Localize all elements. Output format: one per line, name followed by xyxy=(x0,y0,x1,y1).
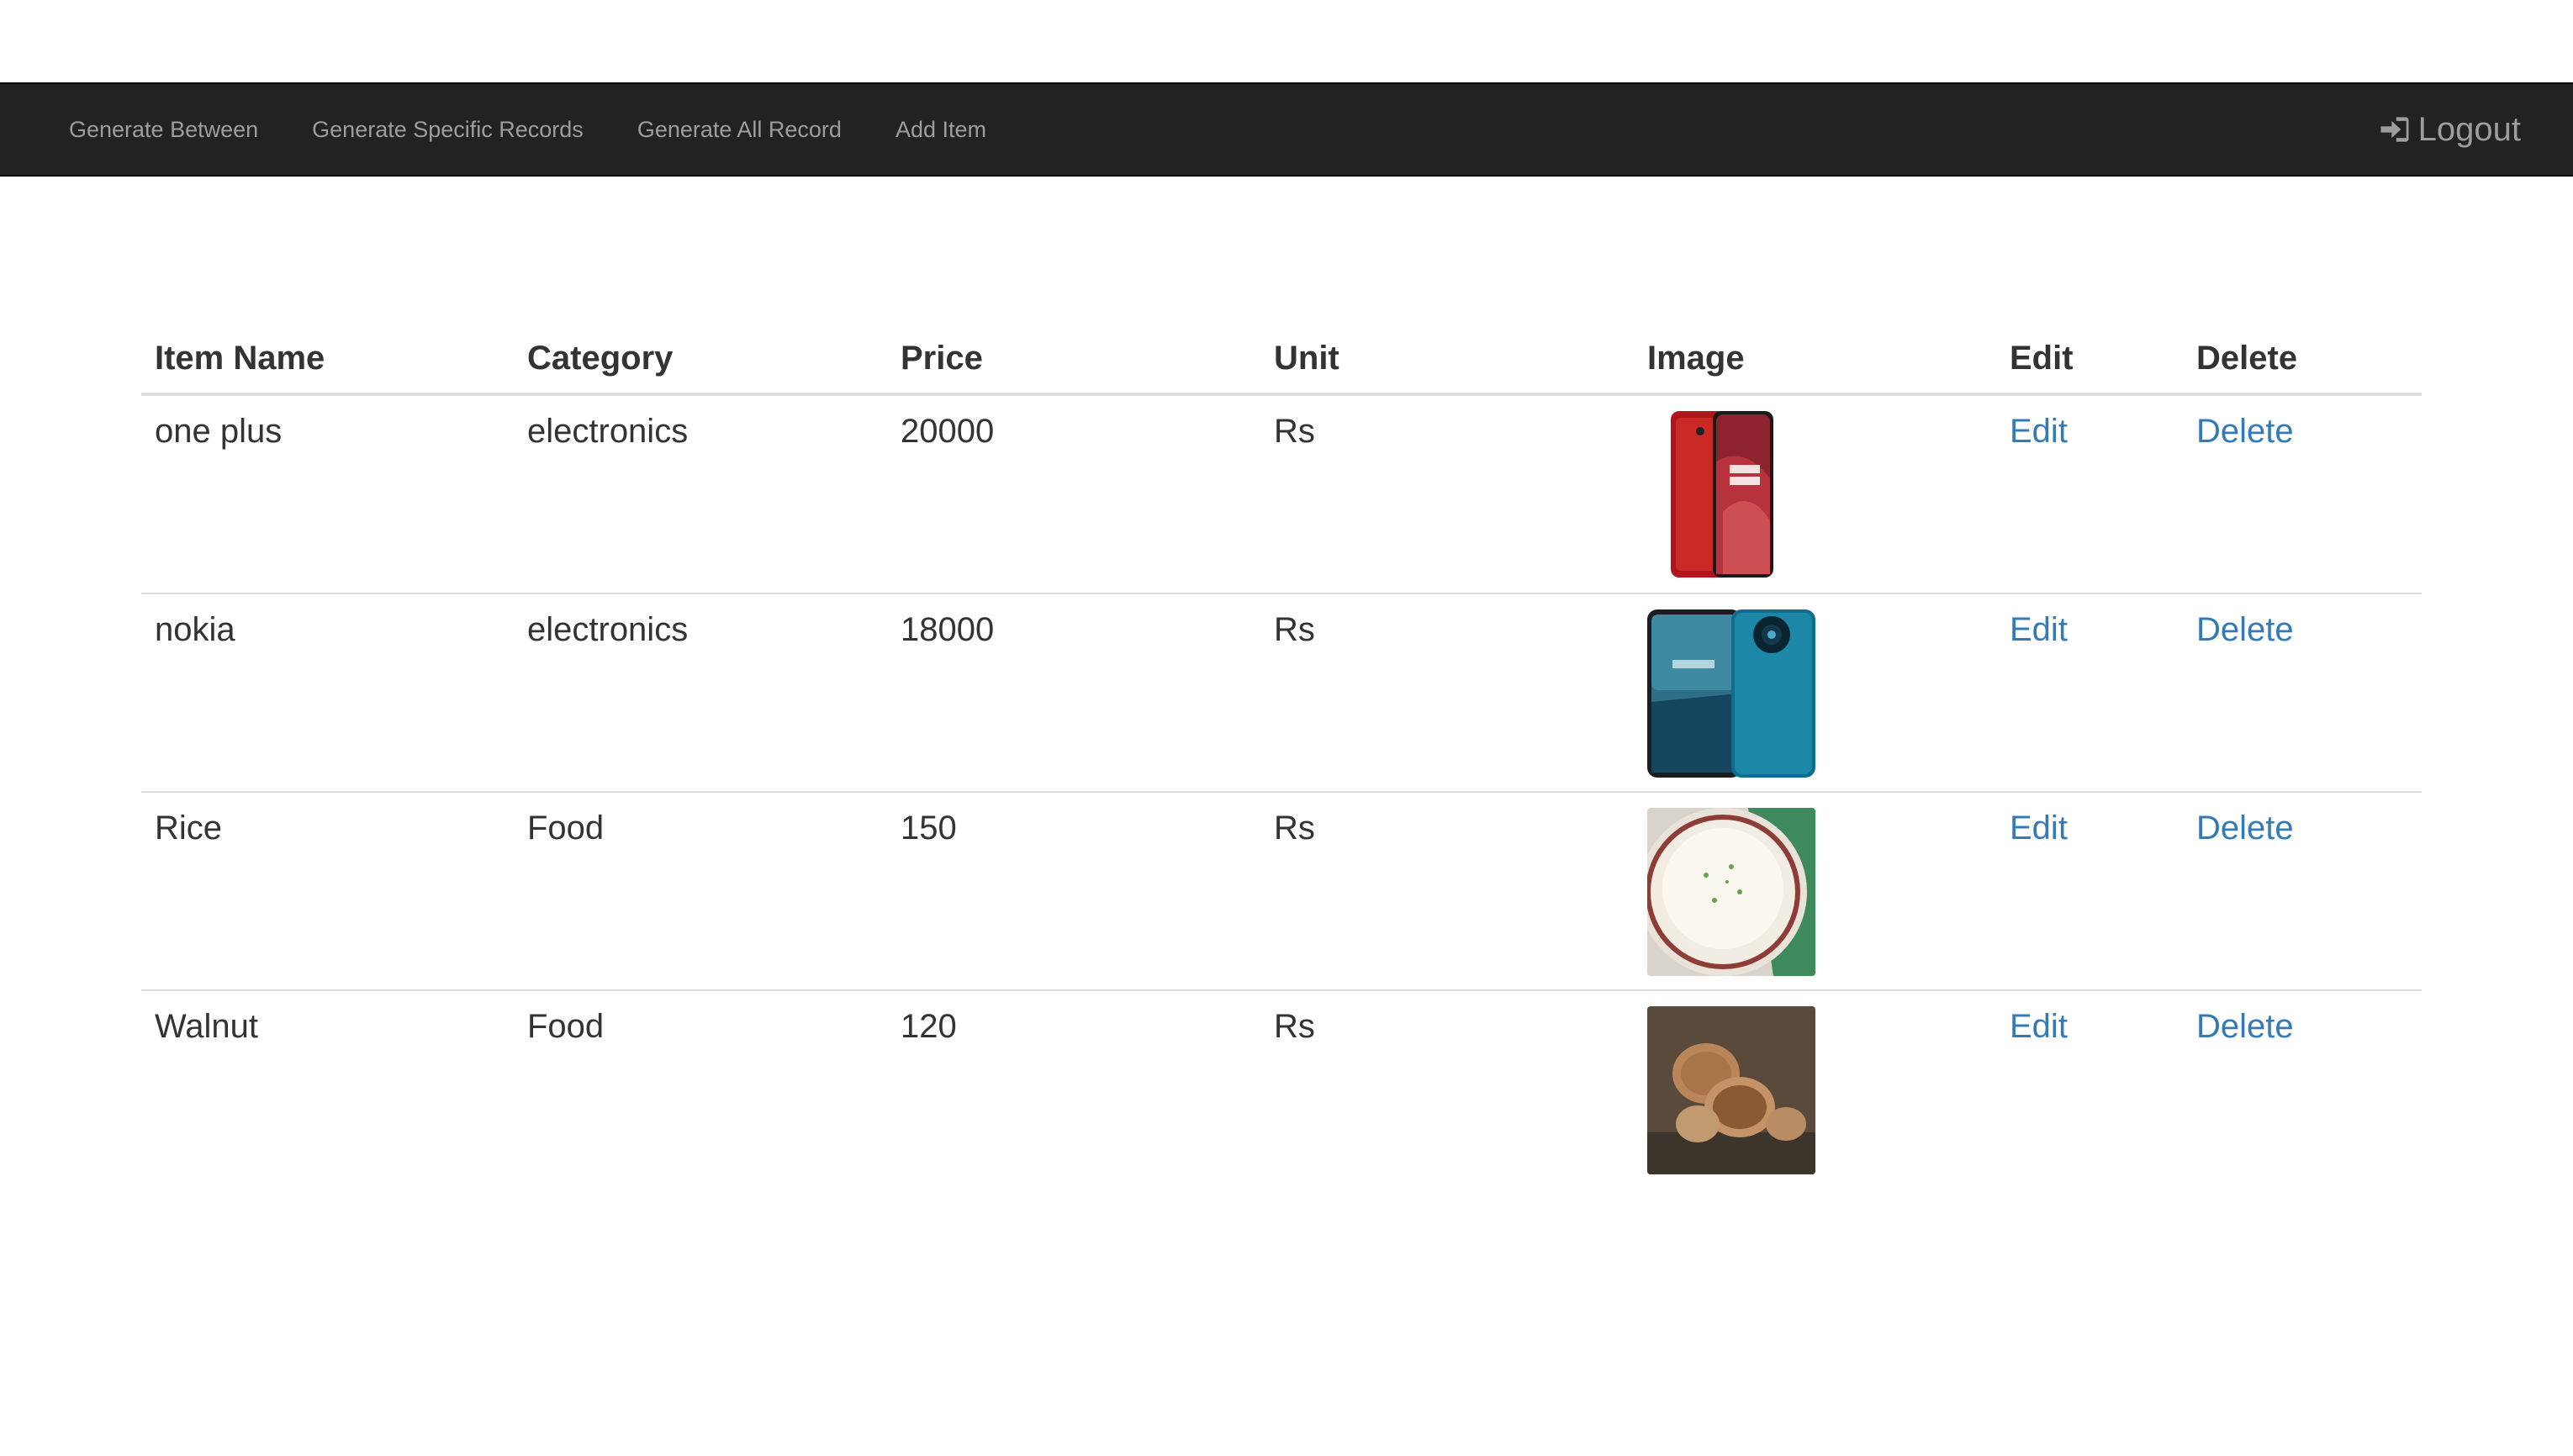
edit-link[interactable]: Edit xyxy=(2010,413,2068,450)
nav-add-item[interactable]: Add Item xyxy=(869,84,1013,175)
table-row: Rice Food 150 Rs Edit Delete xyxy=(141,791,2422,990)
cell-price: 18000 xyxy=(887,593,1260,792)
edit-link[interactable]: Edit xyxy=(2010,1008,2068,1045)
header-category: Category xyxy=(514,319,887,396)
cell-item-name: one plus xyxy=(155,413,283,450)
nav-generate-all-record[interactable]: Generate All Record xyxy=(610,84,869,175)
logout-label: Logout xyxy=(2417,110,2521,148)
edit-link[interactable]: Edit xyxy=(2010,810,2068,847)
cell-edit: Edit xyxy=(1996,791,2183,990)
cell-edit: Edit xyxy=(1996,394,2183,593)
walnuts-image xyxy=(1647,1006,1815,1174)
red-smartphone-image xyxy=(1647,411,1815,579)
table-row: Walnut Food 120 Rs Edit Delete xyxy=(141,989,2422,1188)
delete-link[interactable]: Delete xyxy=(2196,810,2294,847)
header-image: Image xyxy=(1634,319,1996,396)
items-table-container: Item Name Category Price Unit Image Edit… xyxy=(141,319,2422,1188)
nav-menu: Generate Between Generate Specific Recor… xyxy=(42,84,1013,175)
cell-category: Food xyxy=(514,989,887,1188)
cell-item-name: nokia xyxy=(141,593,514,792)
cell-image xyxy=(1634,394,1996,593)
header-unit: Unit xyxy=(1260,319,1634,396)
cell-category: electronics xyxy=(527,413,689,450)
delete-link[interactable]: Delete xyxy=(2196,1008,2294,1045)
cell-unit: Rs xyxy=(1260,791,1634,990)
table-row: one plus electronics 20000 Rs Edit Delet… xyxy=(141,394,2422,593)
header-price: Price xyxy=(887,319,1260,396)
table-row: nokia electronics 18000 Rs Edit Delete xyxy=(141,593,2422,792)
cell-edit: Edit xyxy=(1996,989,2183,1188)
nav-generate-specific-records[interactable]: Generate Specific Records xyxy=(285,84,610,175)
cell-delete: Delete xyxy=(2183,791,2422,990)
cell-edit: Edit xyxy=(1996,593,2183,792)
table-header-row: Item Name Category Price Unit Image Edit… xyxy=(141,319,2422,396)
edit-link[interactable]: Edit xyxy=(2010,611,2068,648)
cell-image xyxy=(1634,989,1996,1188)
rice-bowl-image xyxy=(1647,808,1815,976)
header-delete: Delete xyxy=(2183,319,2422,396)
cell-category: Food xyxy=(514,791,887,990)
cell-price: 150 xyxy=(887,791,1260,990)
cell-price: 120 xyxy=(887,989,1260,1188)
cell-unit: Rs xyxy=(1274,413,1315,450)
logout-button[interactable]: Logout xyxy=(2376,84,2521,175)
nav-generate-between[interactable]: Generate Between xyxy=(42,84,285,175)
cell-image xyxy=(1634,791,1996,990)
header-item-name: Item Name xyxy=(141,319,514,396)
cell-delete: Delete xyxy=(2183,593,2422,792)
cell-delete: Delete xyxy=(2183,989,2422,1188)
navbar: Generate Between Generate Specific Recor… xyxy=(0,82,2573,177)
cell-item-name: Rice xyxy=(141,791,514,990)
log-in-icon xyxy=(2380,117,2409,142)
cell-category: electronics xyxy=(514,593,887,792)
delete-link[interactable]: Delete xyxy=(2196,611,2294,648)
cell-item-name: Walnut xyxy=(141,989,514,1188)
delete-link[interactable]: Delete xyxy=(2196,413,2294,450)
cell-image xyxy=(1634,593,1996,792)
header-edit: Edit xyxy=(1996,319,2183,396)
cell-unit: Rs xyxy=(1260,593,1634,792)
cell-delete: Delete xyxy=(2183,394,2422,593)
items-table: Item Name Category Price Unit Image Edit… xyxy=(141,319,2422,1188)
cell-price: 20000 xyxy=(901,413,995,450)
cell-unit: Rs xyxy=(1260,989,1634,1188)
blue-smartphone-image xyxy=(1647,609,1815,778)
